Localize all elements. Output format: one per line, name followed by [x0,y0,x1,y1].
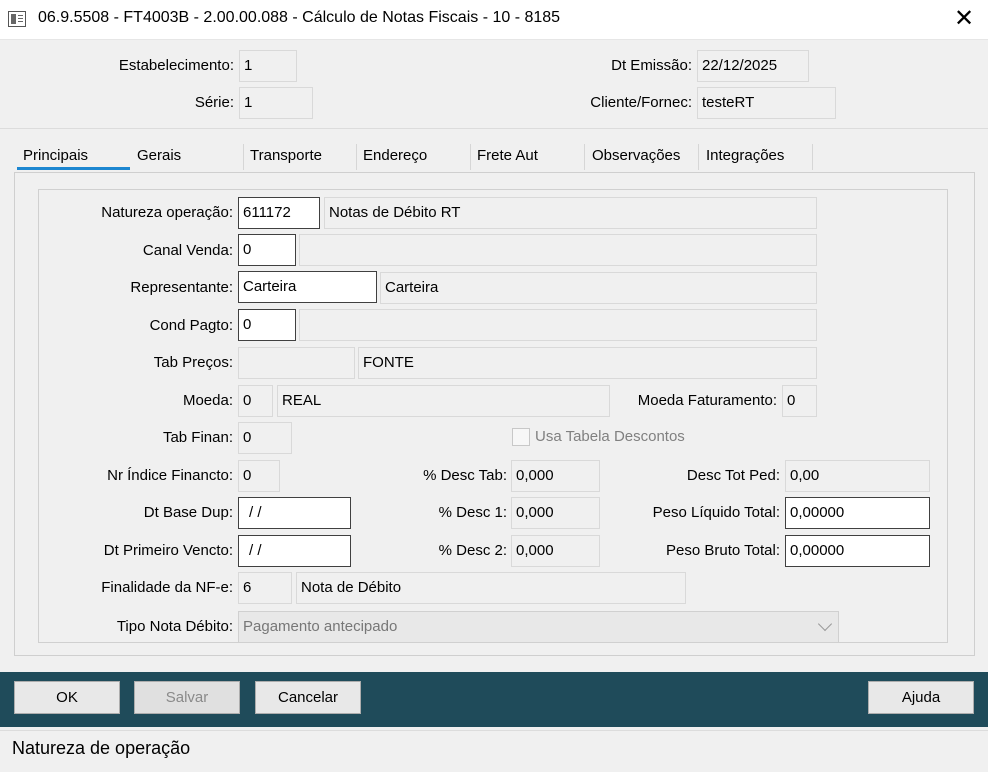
ok-button[interactable]: OK [14,681,120,714]
moeda-desc: REAL [277,385,610,417]
cond-pagto-input[interactable]: 0 [238,309,296,341]
chevron-down-icon [817,616,833,632]
tab-frete-aut[interactable]: Frete Aut [471,144,585,170]
serie-label: Série: [194,94,234,111]
peso-liquido-total-input[interactable]: 0,00000 [785,497,930,529]
dt-base-dup-input[interactable]: / / [238,497,351,529]
usa-tabela-descontos-checkbox[interactable] [512,428,530,446]
finalidade-nfe-desc: Nota de Débito [296,572,686,604]
canal-venda-label: Canal Venda: [142,242,233,259]
desc-tot-ped-field[interactable]: 0,00 [785,460,930,492]
tab-precos-field[interactable] [238,347,355,379]
desc-1-field[interactable]: 0,000 [511,497,600,529]
tab-precos-desc: FONTE [358,347,817,379]
header-separator [0,128,988,129]
natureza-operacao-desc: Notas de Débito RT [324,197,817,229]
salvar-button[interactable]: Salvar [134,681,240,714]
status-text: Natureza de operação [12,738,191,758]
cliente-fornec-label: Cliente/Fornec: [590,94,692,111]
dt-primeiro-vencto-input[interactable]: / / [238,535,351,567]
tab-principais[interactable]: Principais [17,144,130,170]
tab-observacoes[interactable]: Observações [586,144,699,170]
cond-pagto-label: Cond Pagto: [149,317,233,334]
desc-2-label: % Desc 2: [438,542,507,559]
cond-pagto-desc [299,309,817,341]
estabelecimento-field[interactable]: 1 [239,50,297,82]
moeda-label: Moeda: [182,392,233,409]
desc-tot-ped-label: Desc Tot Ped: [686,467,780,484]
representante-label: Representante: [130,279,233,296]
moeda-faturamento-field[interactable]: 0 [782,385,817,417]
desc-1-label: % Desc 1: [438,504,507,521]
close-icon[interactable]: ✕ [944,3,984,37]
app-window-icon [8,11,26,27]
tab-finan-label: Tab Finan: [162,429,233,446]
canal-venda-input[interactable]: 0 [238,234,296,266]
tab-gerais[interactable]: Gerais [131,144,244,170]
tab-integracoes[interactable]: Integrações [700,144,813,170]
dt-base-dup-label: Dt Base Dup: [143,504,233,521]
dt-emissao-field[interactable]: 22/12/2025 [697,50,809,82]
nr-indice-financto-field[interactable]: 0 [238,460,280,492]
cancelar-button[interactable]: Cancelar [255,681,361,714]
serie-field[interactable]: 1 [239,87,313,119]
dt-emissao-label: Dt Emissão: [611,57,692,74]
canal-venda-desc [299,234,817,266]
window-title: 06.9.5508 - FT4003B - 2.00.00.088 - Cálc… [38,9,561,26]
nr-indice-financto-label: Nr Índice Financto: [107,467,233,484]
tab-precos-label: Tab Preços: [153,354,233,371]
cliente-fornec-field[interactable]: testeRT [697,87,836,119]
desc-tab-label: % Desc Tab: [423,467,507,484]
desc-tab-field[interactable]: 0,000 [511,460,600,492]
moeda-field[interactable]: 0 [238,385,273,417]
dt-primeiro-vencto-label: Dt Primeiro Vencto: [103,542,233,559]
ajuda-button[interactable]: Ajuda [868,681,974,714]
finalidade-nfe-field[interactable]: 6 [238,572,292,604]
tab-finan-field[interactable]: 0 [238,422,292,454]
finalidade-nfe-label: Finalidade da NF-e: [101,579,233,596]
tab-transporte[interactable]: Transporte [244,144,357,170]
moeda-faturamento-label: Moeda Faturamento: [637,392,777,409]
estabelecimento-label: Estabelecimento: [118,57,234,74]
usa-tabela-descontos-label: Usa Tabela Descontos [535,428,685,445]
natureza-operacao-code-input[interactable]: 611172 [238,197,320,229]
tipo-nota-debito-value: Pagamento antecipado [243,618,398,635]
tipo-nota-debito-label: Tipo Nota Débito: [116,618,233,635]
peso-bruto-total-input[interactable]: 0,00000 [785,535,930,567]
peso-liquido-total-label: Peso Líquido Total: [652,504,780,521]
desc-2-field[interactable]: 0,000 [511,535,600,567]
tipo-nota-debito-select[interactable]: Pagamento antecipado [238,611,839,643]
representante-input[interactable]: Carteira [238,271,377,303]
peso-bruto-total-label: Peso Bruto Total: [666,542,780,559]
natureza-operacao-label: Natureza operação: [101,204,233,221]
tab-endereco[interactable]: Endereço [357,144,471,170]
representante-desc: Carteira [380,272,817,304]
